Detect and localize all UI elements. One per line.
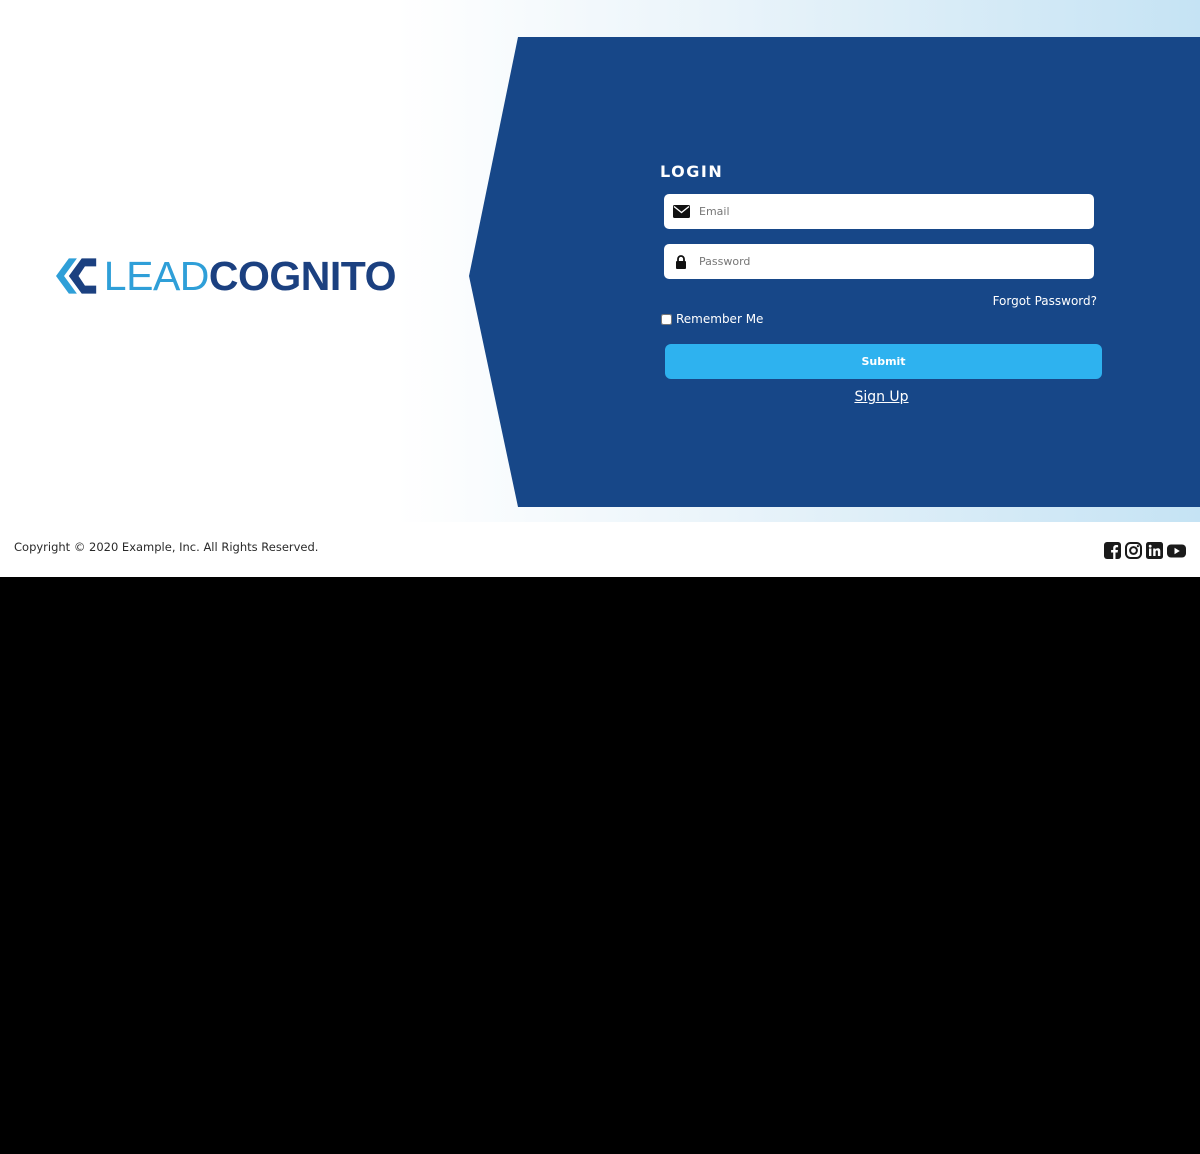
remember-me[interactable]: Remember Me xyxy=(660,312,763,326)
instagram-icon[interactable] xyxy=(1125,542,1142,559)
login-title: LOGIN xyxy=(660,162,724,181)
remember-me-label: Remember Me xyxy=(676,312,764,326)
lock-icon xyxy=(664,244,698,279)
email-field[interactable] xyxy=(664,194,1094,229)
copyright-text: Copyright © 2020 Example, Inc. All Right… xyxy=(14,540,319,554)
logo-chevron-icon xyxy=(56,258,97,294)
remember-me-checkbox[interactable] xyxy=(661,313,672,325)
submit-button[interactable]: Submit xyxy=(665,344,1102,379)
login-form: LOGIN Forgot Password? Remember xyxy=(660,160,1105,420)
forgot-password-link[interactable]: Forgot Password? xyxy=(993,294,1097,308)
linkedin-icon[interactable] xyxy=(1146,542,1163,559)
logo-text-cognito: COGNITO xyxy=(208,252,397,299)
envelope-icon xyxy=(664,194,698,229)
logo-wordmark: LEAD COGNITO xyxy=(103,252,397,299)
login-page: LEADCOGNITO LOGIN Forgot Password? xyxy=(0,0,1200,577)
email-input[interactable] xyxy=(698,195,1094,228)
sign-up-link[interactable]: Sign Up xyxy=(663,389,1100,405)
password-field[interactable] xyxy=(664,244,1094,279)
social-links xyxy=(1104,542,1186,559)
facebook-icon[interactable] xyxy=(1104,542,1121,559)
footer: Copyright © 2020 Example, Inc. All Right… xyxy=(0,522,1200,577)
youtube-icon[interactable] xyxy=(1167,542,1186,559)
password-input[interactable] xyxy=(698,245,1094,278)
logo-text-lead: LEAD xyxy=(103,252,210,299)
brand-logo: LEAD COGNITO xyxy=(56,248,397,304)
